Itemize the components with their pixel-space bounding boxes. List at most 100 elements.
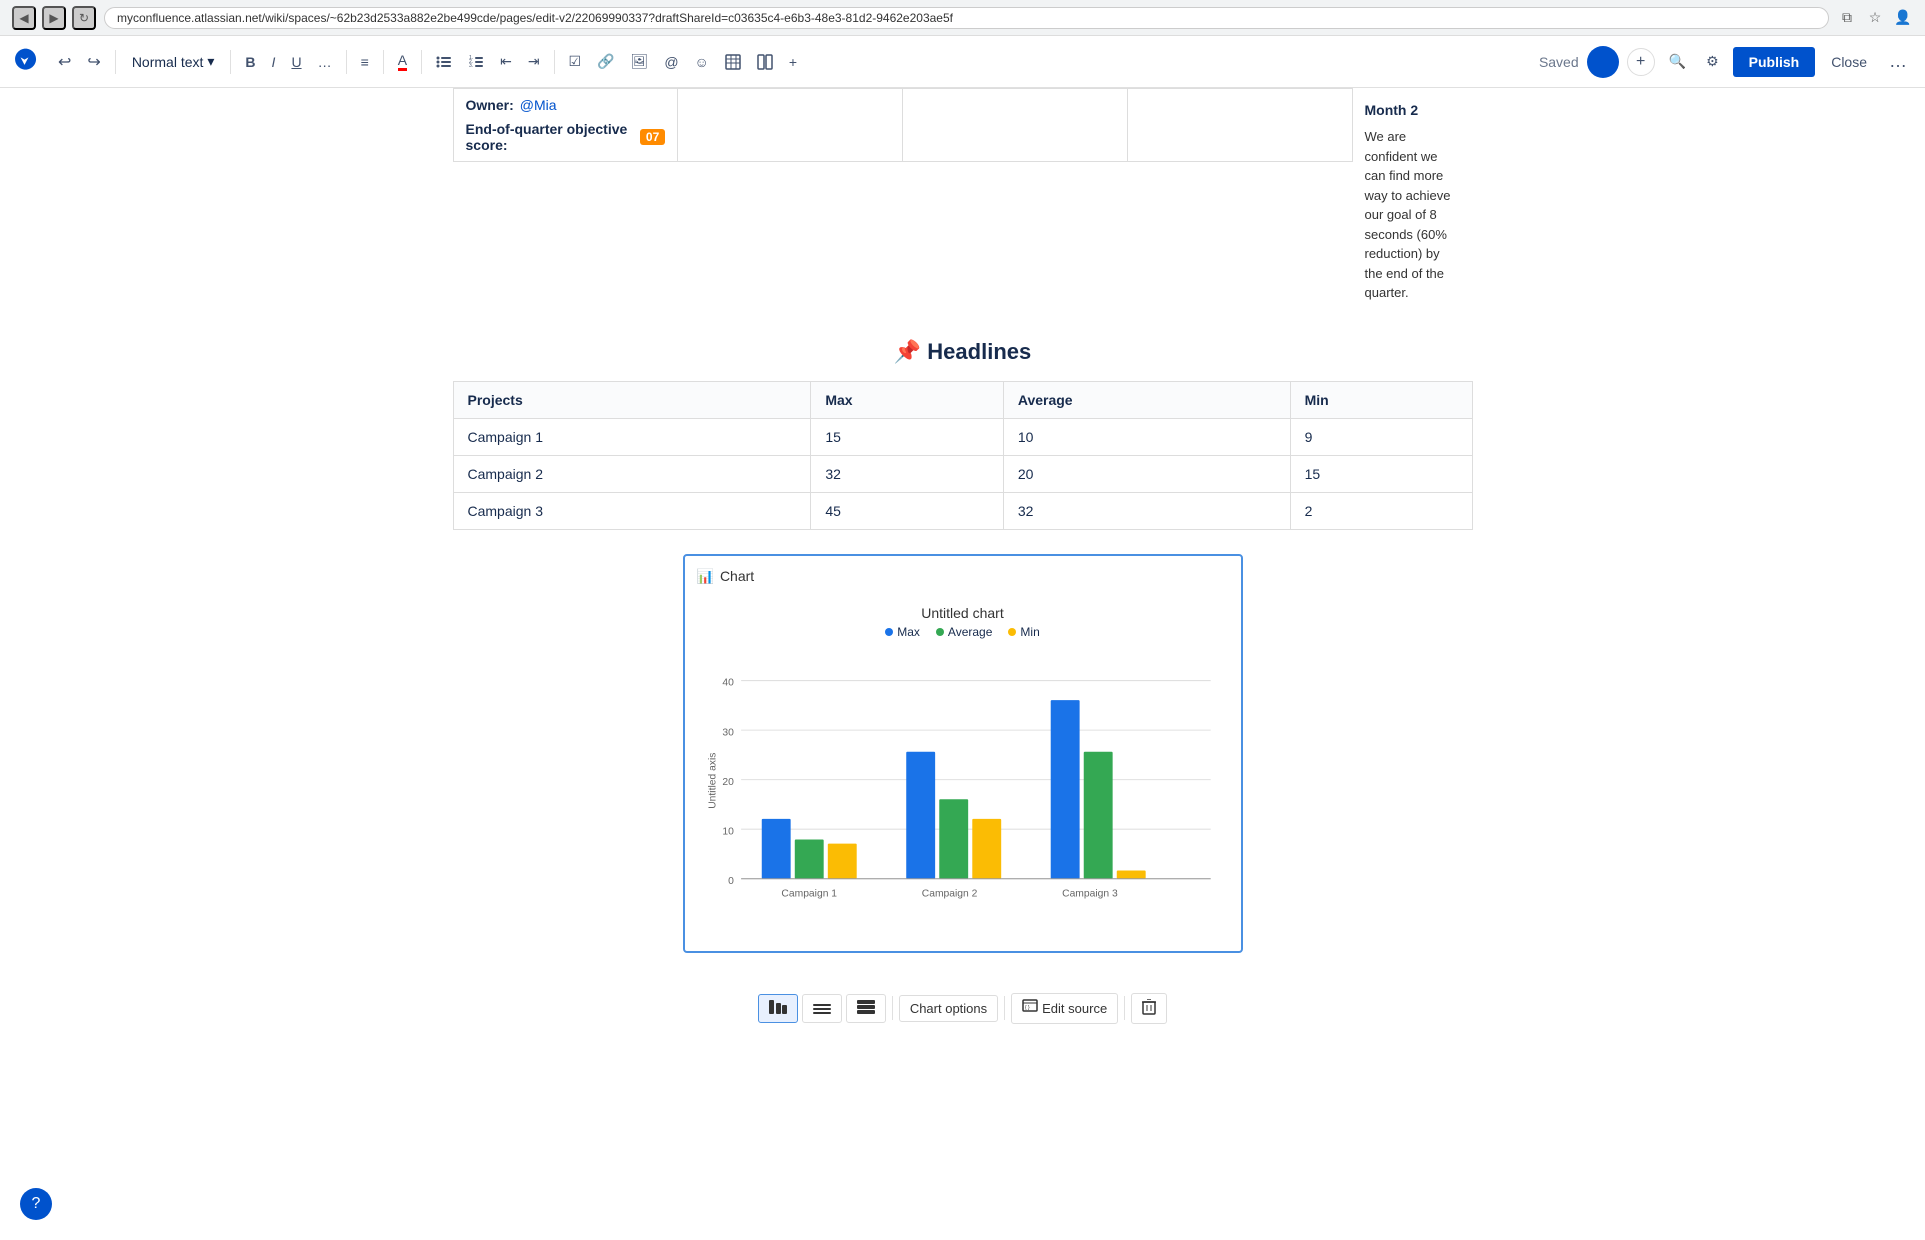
headlines-section: 📌 Headlines Projects Max Average Min Cam… [453, 339, 1473, 1032]
cell-avg-1: 10 [1003, 418, 1290, 455]
chart-options-button[interactable]: Chart options [899, 995, 998, 1022]
emoji-button[interactable]: ☺ [689, 50, 715, 74]
table-header-row: Projects Max Average Min [453, 381, 1472, 418]
editor-area: Owner: @Mia End-of-quarter objective sco… [433, 88, 1493, 1032]
chart-view-3-icon [857, 1000, 875, 1017]
svg-text:10: 10 [722, 826, 734, 837]
owner-row: Owner: @Mia [466, 97, 666, 113]
back-button[interactable]: ◀ [12, 6, 36, 30]
legend-dot-max [885, 628, 893, 636]
headlines-title: 📌 Headlines [453, 339, 1473, 365]
settings-button[interactable]: ⚙ [1700, 49, 1725, 74]
chart-view-2-button[interactable] [802, 994, 842, 1023]
delete-icon [1142, 999, 1156, 1018]
legend-average: Average [936, 625, 992, 639]
legend-dot-min [1008, 628, 1016, 636]
chart-svg: 0 10 20 30 40 Unt [705, 651, 1221, 931]
chart-tool-sep [892, 996, 893, 1020]
main-content: Owner: @Mia End-of-quarter objective sco… [0, 88, 1925, 1240]
card-cell-2[interactable] [678, 89, 903, 162]
table-row: Owner: @Mia End-of-quarter objective sco… [453, 89, 1352, 162]
task-button[interactable]: ☑ [563, 49, 588, 74]
bar-c1-avg [794, 839, 823, 878]
bookmark-icon[interactable]: ☆ [1865, 8, 1885, 28]
browser-actions: ⧉ ☆ 👤 [1837, 8, 1913, 28]
top-section: Owner: @Mia End-of-quarter objective sco… [453, 88, 1473, 315]
user-avatar[interactable] [1587, 46, 1619, 78]
cell-campaign-2: Campaign 2 [453, 455, 811, 492]
owner-value: @Mia [520, 97, 557, 113]
score-badge: 07 [640, 129, 665, 145]
edit-source-button[interactable]: { } Edit source [1011, 993, 1118, 1024]
forward-button[interactable]: ▶ [42, 6, 66, 30]
legend-max: Max [885, 625, 920, 639]
bar-c2-min [972, 818, 1001, 878]
chart-view-3-button[interactable] [846, 994, 886, 1023]
reload-button[interactable]: ↻ [72, 6, 96, 30]
more-formatting-button[interactable]: … [312, 50, 338, 74]
toolbar-divider-2 [230, 50, 231, 74]
svg-text:Campaign 2: Campaign 2 [921, 888, 977, 899]
search-button[interactable]: 🔍 [1663, 49, 1692, 74]
cell-min-1: 9 [1290, 418, 1472, 455]
bullet-list-button[interactable] [430, 50, 458, 74]
layout-button[interactable] [751, 50, 779, 74]
outdent-button[interactable]: ⇤ [494, 49, 518, 74]
chart-view-1-icon [769, 1000, 787, 1017]
chart-tool-sep-3 [1124, 996, 1125, 1020]
svg-text:{ }: { } [1025, 1005, 1030, 1011]
delete-button[interactable] [1131, 993, 1167, 1024]
cell-campaign-1: Campaign 1 [453, 418, 811, 455]
align-button[interactable]: ≡ [355, 50, 375, 74]
cell-max-1: 15 [811, 418, 1004, 455]
table-row[interactable]: Campaign 1 15 10 9 [453, 418, 1472, 455]
headlines-emoji: 📌 [894, 339, 921, 364]
col-projects: Projects [453, 381, 811, 418]
card-cell-1[interactable]: Owner: @Mia End-of-quarter objective sco… [453, 89, 678, 162]
mention-button[interactable]: @ [658, 50, 684, 74]
svg-text:20: 20 [722, 776, 734, 787]
svg-text:0: 0 [728, 875, 734, 886]
table-body: Campaign 1 15 10 9 Campaign 2 32 20 15 C… [453, 418, 1472, 529]
bar-c3-avg [1083, 751, 1112, 878]
help-button[interactable]: ? [20, 1188, 52, 1220]
atlassian-logo [12, 46, 40, 77]
text-style-dropdown[interactable]: Normal text ▾ [124, 49, 223, 74]
editor-toolbar: ↩ ↪ Normal text ▾ B I U … ≡ A 1.2.3. ⇤ ⇥… [0, 36, 1925, 88]
insert-more-button[interactable]: + [783, 50, 803, 74]
save-status: Saved [1539, 54, 1579, 70]
link-button[interactable]: 🔗 [591, 49, 620, 74]
text-color-button[interactable]: A [392, 48, 413, 75]
chart-tool-sep-2 [1004, 996, 1005, 1020]
profile-icon[interactable]: 👤 [1893, 8, 1913, 28]
cell-campaign-3: Campaign 3 [453, 492, 811, 529]
publish-button[interactable]: Publish [1733, 47, 1816, 77]
chart-title: Untitled chart [705, 605, 1221, 621]
headlines-title-text: Headlines [927, 339, 1031, 364]
undo-button[interactable]: ↩ [52, 48, 77, 76]
more-options-button[interactable]: … [1883, 47, 1913, 76]
owner-label: Owner: [466, 97, 514, 113]
card-cell-4[interactable] [1127, 89, 1352, 162]
redo-button[interactable]: ↪ [81, 48, 106, 76]
close-button[interactable]: Close [1823, 50, 1875, 74]
italic-button[interactable]: I [266, 50, 282, 74]
svg-text:Campaign 1: Campaign 1 [781, 888, 837, 899]
bar-c1-min [827, 843, 856, 878]
add-collaborator-button[interactable]: + [1627, 48, 1655, 76]
table-row[interactable]: Campaign 2 32 20 15 [453, 455, 1472, 492]
legend-min: Min [1008, 625, 1039, 639]
table-row[interactable]: Campaign 3 45 32 2 [453, 492, 1472, 529]
table-button[interactable] [719, 50, 747, 74]
svg-text:30: 30 [722, 727, 734, 738]
bold-button[interactable]: B [239, 50, 261, 74]
underline-button[interactable]: U [285, 50, 307, 74]
chart-view-1-button[interactable] [758, 994, 798, 1023]
extensions-icon[interactable]: ⧉ [1837, 8, 1857, 28]
image-button[interactable]: 🖼 [625, 49, 655, 74]
address-bar[interactable]: myconfluence.atlassian.net/wiki/spaces/~… [104, 7, 1829, 29]
card-cell-3[interactable] [903, 89, 1128, 162]
indent-button[interactable]: ⇥ [522, 49, 546, 74]
score-row: End-of-quarter objective score: 07 [466, 121, 666, 153]
numbered-list-button[interactable]: 1.2.3. [462, 50, 490, 74]
